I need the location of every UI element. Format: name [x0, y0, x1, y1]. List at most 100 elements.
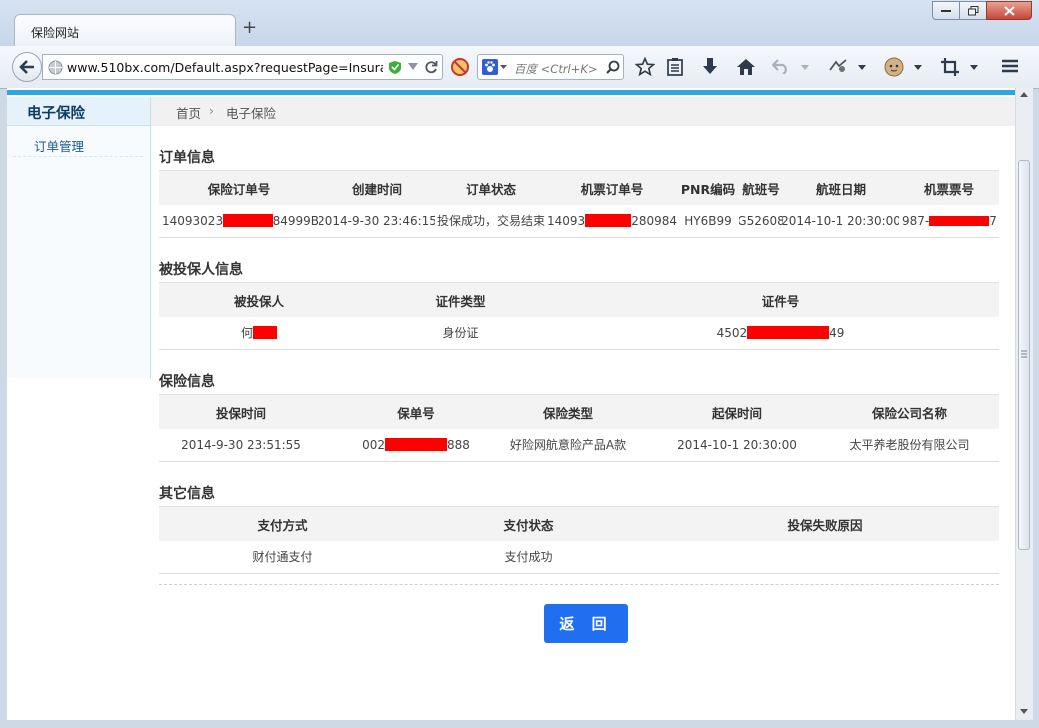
- breadcrumb: 首页 › 电子保险: [151, 97, 1015, 126]
- ticket-no-cell: 987- 7: [899, 204, 999, 237]
- header-cell: 航班号: [742, 181, 780, 197]
- header-cell: 证件类型: [435, 293, 486, 309]
- flight-no-cell: G52608: [739, 213, 783, 228]
- home-button[interactable]: [736, 57, 756, 77]
- insured-info-header: 被投保人 证件类型 证件号: [159, 282, 999, 317]
- header-cell: 保单号: [397, 405, 435, 421]
- maximize-button[interactable]: [959, 1, 987, 20]
- back-button[interactable]: [12, 52, 42, 82]
- block-icon: [451, 58, 469, 76]
- header-cell: 投保时间: [215, 405, 266, 421]
- order-no-cell: 14093023 84999B: [159, 204, 319, 237]
- screenshot-addon-button[interactable]: [828, 58, 848, 74]
- redaction-block: [585, 214, 632, 227]
- crop-icon: [941, 58, 959, 76]
- monkey-icon: [884, 57, 904, 77]
- pay-status-cell: 支付成功: [504, 550, 553, 564]
- insured-name-cell: 何: [159, 316, 359, 349]
- scroll-down-icon[interactable]: [1020, 709, 1028, 714]
- insurance-info-table: 投保时间 保单号 保险类型 起保时间 保险公司名称 2014-9-30 23:5…: [159, 394, 999, 462]
- ticket-order-prefix: 14093: [547, 213, 586, 228]
- company-cell: 太平养老股份有限公司: [849, 438, 970, 452]
- redaction-block: [385, 438, 447, 451]
- header-cell: 创建时间: [351, 181, 402, 197]
- arrow-left-icon: [19, 60, 34, 74]
- header-cell: 保险公司名称: [871, 405, 947, 421]
- new-tab-button[interactable]: +: [242, 18, 257, 38]
- browser-toolbar: www.510bx.com/Default.aspx?requestPage=I…: [0, 46, 1039, 89]
- flight-date-cell: 2014-10-1 20:30:00: [783, 213, 899, 228]
- crop-button[interactable]: [940, 57, 960, 77]
- sidebar-title: 电子保险: [27, 106, 85, 122]
- order-info-title: 订单信息: [159, 150, 215, 166]
- header-cell: 机票订单号: [580, 181, 644, 197]
- header-cell: 保险类型: [542, 405, 593, 421]
- table-row: 14093023 84999B 2014-9-30 23:46:15 投保成功，交…: [159, 204, 999, 238]
- monkey-addon-button[interactable]: [883, 56, 905, 78]
- minimize-icon: [941, 9, 951, 12]
- back-button-page[interactable]: 返 回: [544, 604, 628, 643]
- policy-no-prefix: 002: [362, 437, 385, 452]
- header-cell: 投保失败原因: [787, 517, 863, 533]
- undo-button[interactable]: [772, 58, 790, 74]
- search-icon[interactable]: [606, 60, 620, 74]
- chevron-down-icon: [914, 65, 922, 70]
- header-cell: 保险订单号: [207, 181, 271, 197]
- sidebar-item-label: 订单管理: [34, 139, 85, 154]
- chevron-down-icon[interactable]: [408, 63, 418, 71]
- screenshot-dropdown[interactable]: [858, 65, 866, 70]
- insurance-type-cell: 好险网航意险产品A款: [509, 438, 627, 452]
- reload-icon[interactable]: [424, 60, 438, 74]
- chevron-down-icon: [801, 65, 809, 70]
- globe-icon: [48, 60, 63, 75]
- redaction-block: [747, 326, 830, 339]
- browser-titlebar: 保险网站 +: [0, 0, 1039, 46]
- screenshot-icon: [829, 59, 847, 72]
- tab-title: 保险网站: [31, 26, 80, 40]
- scroll-up-icon[interactable]: [1020, 92, 1028, 97]
- order-no-suffix: 84999B: [272, 213, 319, 228]
- minimize-button[interactable]: [932, 1, 960, 20]
- bookmark-star-button[interactable]: [635, 57, 655, 77]
- shield-icon[interactable]: [388, 60, 402, 75]
- ticket-order-suffix: 280984: [631, 213, 677, 228]
- addon-button[interactable]: [450, 57, 470, 77]
- header-cell: 证件号: [761, 293, 800, 309]
- redaction-block: [223, 214, 273, 227]
- order-info-header: 保险订单号 创建时间 订单状态 机票订单号 PNR编码 航班号 航班日期 机票票…: [159, 170, 999, 205]
- menu-button[interactable]: [1001, 58, 1019, 74]
- vertical-scrollbar[interactable]: [1015, 88, 1033, 720]
- table-row: 何 身份证 4502 49: [159, 316, 999, 350]
- pnr-cell: HY6B99: [684, 213, 732, 228]
- sidebar-item-order-management[interactable]: 订单管理: [13, 133, 143, 157]
- url-text: www.510bx.com/Default.aspx?requestPage=I…: [67, 60, 383, 75]
- chevron-down-icon: [858, 65, 866, 70]
- breadcrumb-separator-icon: ›: [209, 103, 214, 118]
- reading-list-button[interactable]: [666, 57, 684, 77]
- other-info-table: 支付方式 支付状态 投保失败原因 财付通支付 支付成功: [159, 506, 999, 574]
- created-time-cell: 2014-9-30 23:46:15: [319, 213, 435, 228]
- policy-no-suffix: 888: [447, 437, 470, 452]
- scrollbar-thumb[interactable]: [1018, 160, 1030, 550]
- top-accent-stripe: [7, 90, 1015, 95]
- crop-dropdown[interactable]: [970, 65, 978, 70]
- insured-info-table: 被投保人 证件类型 证件号 何 身份证 4502 49: [159, 282, 999, 350]
- hamburger-icon: [1002, 59, 1018, 73]
- downloads-button[interactable]: [701, 57, 719, 77]
- search-bar[interactable]: 百度 <Ctrl+K>: [477, 54, 624, 80]
- breadcrumb-home[interactable]: 首页: [176, 103, 201, 122]
- header-cell: 支付方式: [257, 517, 308, 533]
- monkey-dropdown[interactable]: [914, 65, 922, 70]
- browser-tab[interactable]: 保险网站: [14, 14, 236, 46]
- insured-info-title: 被投保人信息: [159, 262, 243, 278]
- order-no-prefix: 14093023: [162, 213, 224, 228]
- undo-dropdown[interactable]: [801, 65, 809, 70]
- other-info-title: 其它信息: [159, 486, 215, 502]
- order-info-table: 保险订单号 创建时间 订单状态 机票订单号 PNR编码 航班号 航班日期 机票票…: [159, 170, 999, 238]
- header-cell: 机票票号: [923, 181, 974, 197]
- grip-icon: [1021, 350, 1027, 358]
- close-window-button[interactable]: [986, 1, 1032, 20]
- address-bar[interactable]: www.510bx.com/Default.aspx?requestPage=I…: [42, 54, 443, 80]
- id-number-cell: 4502 49: [562, 316, 999, 349]
- ticket-no-prefix: 987-: [902, 213, 930, 228]
